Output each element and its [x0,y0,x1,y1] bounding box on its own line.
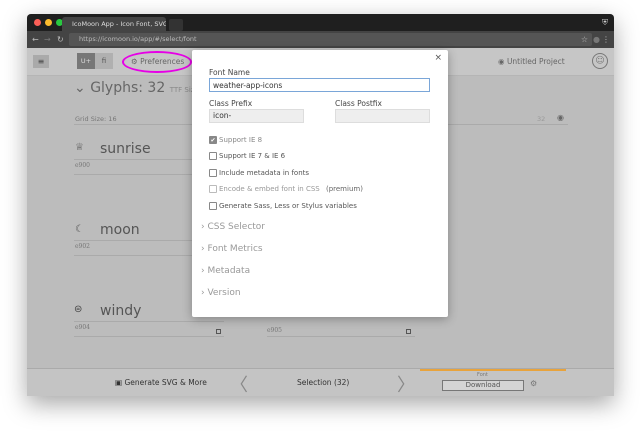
select-checkbox[interactable] [406,329,411,334]
bookmark-star-icon[interactable]: ☆ [581,31,588,48]
project-icon: ◉ [498,57,505,66]
new-tab-button[interactable] [169,19,183,31]
generate-variables-checkbox[interactable]: Generate Sass, Less or Stylus variables [209,202,357,210]
browser-tab[interactable]: IcoMoon App - Icon Font, SVG × [62,17,166,31]
preferences-modal: × Font Name Class Prefix icon- Class Pos… [192,50,448,317]
eye-icon[interactable]: ◉ [557,113,564,122]
glyphs-header[interactable]: ⌄ Glyphs: 32 TTF Size [74,80,199,96]
ligature-button[interactable]: fi [95,53,113,69]
include-metadata-checkbox[interactable]: Include metadata in fonts [209,169,309,177]
prev-arrow[interactable]: 〈 [230,371,248,396]
back-icon[interactable]: ← [32,31,39,48]
glyph-name[interactable]: moon [100,222,140,238]
support-ie8-checkbox[interactable]: ✔ Support IE 8 [209,136,262,144]
font-tab-indicator [420,369,566,371]
url-input[interactable]: https://icomoon.io/app/#/select/font [69,33,592,46]
reload-icon[interactable]: ↻ [57,31,64,48]
glyph-code[interactable]: e900 [75,162,90,169]
extension-icon[interactable]: ● [593,31,600,48]
grid-size-label: Grid Size: 16 [75,115,117,123]
font-name-label: Font Name [209,68,250,77]
glyph-name[interactable]: windy [100,303,141,319]
support-ie7-checkbox[interactable]: Support IE 7 & IE 6 [209,152,285,160]
project-button[interactable]: ◉ Untitled Project [498,57,565,66]
next-arrow[interactable]: 〉 [397,371,415,396]
font-label: Font [477,372,488,378]
preferences-highlight [122,51,192,73]
glyph-code[interactable]: e905 [267,327,282,334]
class-postfix-input[interactable] [335,109,430,123]
grid-size-value[interactable]: 32 [537,115,545,123]
selection-button[interactable]: Selection (32) [297,378,349,387]
minimize-window-button[interactable] [45,19,52,26]
class-prefix-input[interactable]: icon- [209,109,304,123]
generate-svg-button[interactable]: ▣ Generate SVG & More [115,378,207,387]
title-bar: IcoMoon App - Icon Font, SVG × ⛨ [27,14,614,31]
sunrise-icon: ♕ [75,142,84,153]
section-font-metrics[interactable]: › Font Metrics [201,244,263,254]
section-metadata[interactable]: › Metadata [201,266,250,276]
glyph-code[interactable]: e902 [75,243,90,250]
incognito-icon: ⛨ [602,18,608,27]
forward-icon[interactable]: → [44,31,51,48]
font-name-input[interactable] [209,78,430,92]
user-avatar[interactable]: ☺ [592,53,608,69]
address-bar-row: ← → ↻ https://icomoon.io/app/#/select/fo… [27,31,614,48]
menu-dots-icon[interactable]: ⋮ [602,31,610,48]
unicode-button[interactable]: U+ [77,53,95,69]
bottom-bar: ▣ Generate SVG & More 〈 Selection (32) 〉… [27,368,614,396]
moon-icon: ☾ [75,224,84,235]
select-checkbox[interactable] [216,329,221,334]
class-prefix-label: Class Prefix [209,99,253,108]
close-window-button[interactable] [34,19,41,26]
section-version[interactable]: › Version [201,288,241,298]
hamburger-menu-button[interactable]: ≡ [33,55,49,68]
image-icon: ▣ [115,378,123,387]
font-settings-gear-icon[interactable]: ⚙ [530,379,537,388]
section-css-selector[interactable]: › CSS Selector [201,222,265,232]
download-button[interactable]: Download [442,380,524,391]
close-icon[interactable]: × [434,53,442,63]
class-postfix-label: Class Postfix [335,99,382,108]
glyph-code[interactable]: e904 [75,324,90,331]
glyph-name[interactable]: sunrise [100,141,151,157]
embed-font-checkbox[interactable]: Encode & embed font in CSS (premium) [209,185,363,193]
windy-icon: ⊜ [74,304,83,315]
